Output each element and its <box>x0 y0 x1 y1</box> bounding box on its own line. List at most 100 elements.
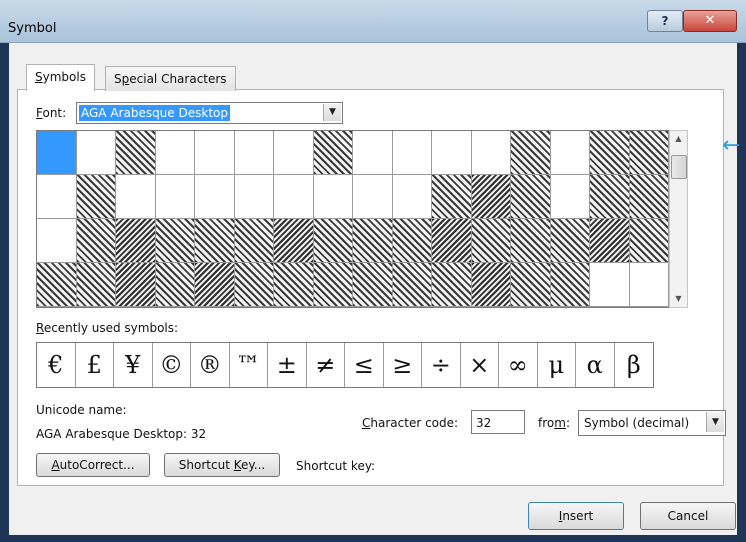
recent-symbol[interactable]: ∞ <box>499 343 538 387</box>
symbol-cell[interactable] <box>116 219 156 263</box>
chevron-down-icon[interactable]: ▼ <box>323 104 341 121</box>
symbol-cell[interactable] <box>313 263 353 307</box>
recent-symbol[interactable]: € <box>37 343 76 387</box>
symbol-cell[interactable] <box>550 131 590 175</box>
symbol-cell-selected[interactable] <box>37 131 77 175</box>
symbol-cell[interactable] <box>550 263 590 307</box>
scroll-up-arrow-icon[interactable]: ▲ <box>670 131 687 147</box>
recent-symbol[interactable]: ® <box>191 343 230 387</box>
symbol-cell[interactable] <box>274 219 314 263</box>
recent-symbol[interactable]: μ <box>538 343 576 387</box>
insert-button[interactable]: Insert <box>528 502 624 530</box>
autocorrect-button[interactable]: AutoCorrect... <box>36 453 150 477</box>
symbol-cell[interactable] <box>550 219 590 263</box>
from-label-accel: m <box>554 416 566 430</box>
symbol-cell[interactable] <box>274 131 314 175</box>
tab-symbols[interactable]: Symbols <box>26 64 95 91</box>
symbol-cell[interactable] <box>195 219 235 263</box>
symbol-cell[interactable] <box>511 131 551 175</box>
symbol-cell[interactable] <box>590 219 630 263</box>
symbol-cell[interactable] <box>432 263 472 307</box>
character-code-input[interactable]: 32 <box>471 410 525 434</box>
symbol-cell[interactable] <box>76 131 116 175</box>
symbol-cell[interactable] <box>471 263 511 307</box>
recent-symbol[interactable]: β <box>615 343 654 387</box>
symbol-cell[interactable] <box>234 219 274 263</box>
recent-symbol[interactable]: ± <box>268 343 307 387</box>
symbol-cell[interactable] <box>392 131 432 175</box>
symbol-cell[interactable] <box>313 175 353 219</box>
symbol-cell[interactable] <box>155 131 195 175</box>
tab-special-characters[interactable]: Special Characters <box>105 66 236 91</box>
help-button[interactable]: ? <box>647 10 683 32</box>
symbol-cell[interactable] <box>590 263 630 307</box>
symbol-cell[interactable] <box>116 263 156 307</box>
from-dropdown[interactable]: Symbol (decimal) ▼ <box>578 410 726 436</box>
symbol-cell[interactable] <box>590 175 630 219</box>
symbol-cell[interactable] <box>234 175 274 219</box>
symbol-cell[interactable] <box>353 263 393 307</box>
symbol-cell[interactable] <box>37 175 77 219</box>
symbol-cell[interactable] <box>511 219 551 263</box>
scroll-down-arrow-icon[interactable]: ▼ <box>670 291 687 307</box>
symbol-cell[interactable] <box>511 175 551 219</box>
symbol-cell[interactable] <box>471 131 511 175</box>
symbol-cell[interactable] <box>511 263 551 307</box>
recent-symbol[interactable]: α <box>576 343 615 387</box>
symbol-cell[interactable] <box>432 131 472 175</box>
symbol-cell[interactable] <box>37 219 77 263</box>
symbol-cell[interactable] <box>550 175 590 219</box>
symbol-cell[interactable] <box>116 131 156 175</box>
cancel-button[interactable]: Cancel <box>640 502 736 530</box>
font-dropdown[interactable]: AGA Arabesque Desktop ▼ <box>76 102 343 124</box>
symbol-grid[interactable] <box>36 130 670 308</box>
recent-symbols-row: € £ ¥ © ® ™ ± ≠ ≤ ≥ ÷ × ∞ μ α β <box>36 342 654 388</box>
symbol-cell[interactable] <box>274 263 314 307</box>
symbol-cell[interactable] <box>76 175 116 219</box>
recent-symbol[interactable]: ™ <box>230 343 268 387</box>
symbol-cell[interactable] <box>629 175 669 219</box>
recent-symbol[interactable]: ¥ <box>114 343 153 387</box>
symbol-cell[interactable] <box>234 263 274 307</box>
recent-symbol[interactable]: ≠ <box>307 343 345 387</box>
symbol-cell[interactable] <box>392 263 432 307</box>
symbol-cell[interactable] <box>629 263 669 307</box>
symbol-cell[interactable] <box>76 219 116 263</box>
symbol-cell[interactable] <box>590 131 630 175</box>
symbol-cell[interactable] <box>155 175 195 219</box>
symbol-cell[interactable] <box>274 175 314 219</box>
symbol-cell[interactable] <box>313 131 353 175</box>
symbol-cell[interactable] <box>195 175 235 219</box>
symbol-cell[interactable] <box>629 131 669 175</box>
close-button[interactable]: ✕ <box>683 10 737 32</box>
recent-symbol[interactable]: £ <box>76 343 114 387</box>
symbol-cell[interactable] <box>353 219 393 263</box>
symbol-cell[interactable] <box>471 175 511 219</box>
symbol-grid-scrollbar[interactable]: ▲ ▼ <box>669 130 688 308</box>
symbol-cell[interactable] <box>234 131 274 175</box>
recent-symbol[interactable]: ≥ <box>384 343 422 387</box>
scroll-thumb[interactable] <box>671 155 687 179</box>
symbol-cell[interactable] <box>195 263 235 307</box>
symbol-cell[interactable] <box>195 131 235 175</box>
recent-symbol[interactable]: × <box>461 343 499 387</box>
symbol-cell[interactable] <box>37 263 77 307</box>
symbol-cell[interactable] <box>353 131 393 175</box>
symbol-cell[interactable] <box>353 175 393 219</box>
symbol-cell[interactable] <box>432 175 472 219</box>
symbol-cell[interactable] <box>629 219 669 263</box>
symbol-cell[interactable] <box>155 263 195 307</box>
symbol-cell[interactable] <box>432 219 472 263</box>
chevron-down-icon[interactable]: ▼ <box>706 412 724 432</box>
symbol-cell[interactable] <box>116 175 156 219</box>
symbol-cell[interactable] <box>471 219 511 263</box>
symbol-cell[interactable] <box>313 219 353 263</box>
recent-symbol[interactable]: ≤ <box>345 343 384 387</box>
symbol-cell[interactable] <box>392 219 432 263</box>
symbol-cell[interactable] <box>392 175 432 219</box>
symbol-cell[interactable] <box>76 263 116 307</box>
recent-symbol[interactable]: ÷ <box>422 343 461 387</box>
symbol-cell[interactable] <box>155 219 195 263</box>
shortcut-key-button[interactable]: Shortcut Key... <box>164 453 280 477</box>
recent-symbol[interactable]: © <box>153 343 191 387</box>
